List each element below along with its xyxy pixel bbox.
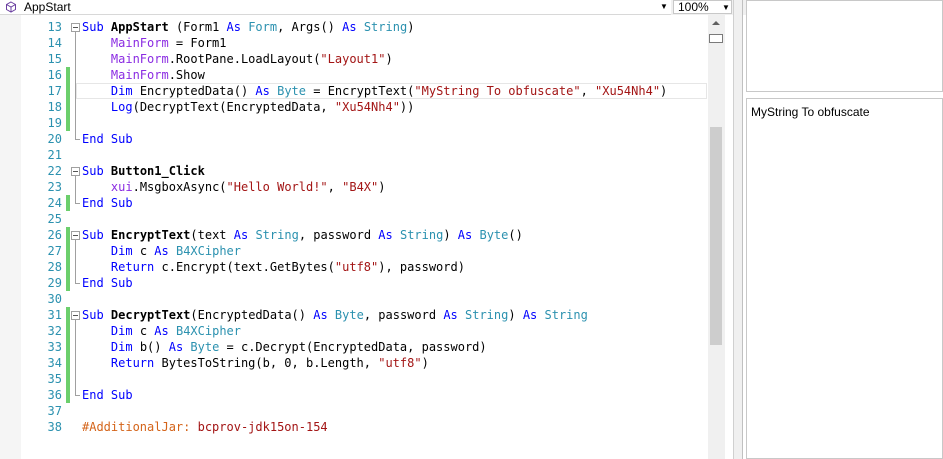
collapse-toggle-icon[interactable] — [71, 231, 80, 240]
code-text: Return c.Encrypt(text.GetBytes("utf8"), … — [110, 260, 465, 274]
line-number: 36 — [47, 388, 62, 402]
line-number: 26 — [47, 228, 62, 242]
right-top-panel — [746, 0, 943, 92]
code-line[interactable]: 30 — [0, 291, 708, 307]
code-text: End Sub — [82, 388, 133, 402]
line-number: 37 — [47, 404, 62, 418]
line-number: 28 — [47, 260, 62, 274]
logs-panel: MyString To obfuscate — [746, 98, 943, 459]
collapse-toggle-icon[interactable] — [71, 311, 80, 320]
scrollbar-thumb[interactable] — [710, 127, 722, 345]
chevron-down-icon: ▼ — [722, 3, 730, 12]
code-line[interactable]: 20 End Sub — [0, 131, 708, 147]
code-line[interactable]: 22 Sub Button1_Click — [0, 163, 708, 179]
code-text: End Sub — [82, 276, 133, 290]
panel-splitter[interactable] — [733, 0, 743, 459]
code-line[interactable]: 19 — [0, 115, 708, 131]
code-line[interactable]: 32 Dim c As B4XCipher — [0, 323, 708, 339]
code-text: #AdditionalJar: bcprov-jdk15on-154 — [82, 420, 328, 434]
code-text: MainForm.Show — [110, 68, 205, 82]
code-line[interactable]: 34 Return BytesToString(b, 0, b.Length, … — [0, 355, 708, 371]
code-line[interactable]: 33 Dim b() As Byte = c.Decrypt(Encrypted… — [0, 339, 708, 355]
line-number: 23 — [47, 180, 62, 194]
code-text: Dim b() As Byte = c.Decrypt(EncryptedDat… — [110, 340, 487, 354]
line-number: 17 — [47, 84, 62, 98]
code-line[interactable]: 15 MainForm.RootPane.LoadLayout("Layout1… — [0, 51, 708, 67]
zoom-dropdown[interactable]: 100% ▼ — [673, 0, 732, 14]
code-text: Sub DecryptText(EncryptedData() As Byte,… — [82, 308, 588, 322]
line-number: 24 — [47, 196, 62, 210]
code-line[interactable]: 38 #AdditionalJar: bcprov-jdk15on-154 — [0, 419, 708, 435]
code-text: Dim c As B4XCipher — [110, 244, 241, 258]
code-line[interactable]: 13 Sub AppStart (Form1 As Form, Args() As… — [0, 19, 708, 35]
line-number: 38 — [47, 420, 62, 434]
line-number: 13 — [47, 20, 62, 34]
line-number: 15 — [47, 52, 62, 66]
code-text: Sub AppStart (Form1 As Form, Args() As S… — [82, 20, 415, 34]
code-text: xui.MsgboxAsync("Hello World!", "B4X") — [110, 180, 386, 194]
code-text: Sub Button1_Click — [82, 164, 205, 178]
code-line[interactable]: 23 xui.MsgboxAsync("Hello World!", "B4X"… — [0, 179, 708, 195]
line-number: 18 — [47, 100, 62, 114]
line-number: 20 — [47, 132, 62, 146]
code-line[interactable]: 21 — [0, 147, 708, 163]
line-number: 30 — [47, 292, 62, 306]
code-text: Log(DecryptText(EncryptedData, "Xu54Nh4"… — [110, 100, 415, 114]
zoom-value: 100% — [678, 0, 709, 14]
code-text: Dim EncryptedData() As Byte = EncryptTex… — [110, 84, 668, 98]
line-number: 35 — [47, 372, 62, 386]
code-text: MainForm = Form1 — [110, 36, 227, 50]
line-number: 21 — [47, 148, 62, 162]
code-line[interactable]: 28 Return c.Encrypt(text.GetBytes("utf8"… — [0, 259, 708, 275]
line-number: 33 — [47, 340, 62, 354]
chevron-down-icon: ▼ — [660, 2, 668, 11]
scroll-up-arrow-icon[interactable] — [708, 15, 725, 32]
code-line[interactable]: 25 — [0, 211, 708, 227]
code-line[interactable]: 16 MainForm.Show — [0, 67, 708, 83]
code-line[interactable]: 17 Dim EncryptedData() As Byte = Encrypt… — [0, 83, 708, 99]
code-line[interactable]: 27 Dim c As B4XCipher — [0, 243, 708, 259]
line-number: 27 — [47, 244, 62, 258]
code-text: Return BytesToString(b, 0, b.Length, "ut… — [110, 356, 429, 370]
scroll-position-marker — [709, 34, 723, 43]
code-line[interactable]: 26 Sub EncryptText(text As String, passwo… — [0, 227, 708, 243]
line-number: 19 — [47, 116, 62, 130]
code-line[interactable]: 37 — [0, 403, 708, 419]
line-number: 31 — [47, 308, 62, 322]
code-text: Dim c As B4XCipher — [110, 324, 241, 338]
collapse-toggle-icon[interactable] — [71, 23, 80, 32]
collapse-toggle-icon[interactable] — [71, 167, 80, 176]
code-text: MainForm.RootPane.LoadLayout("Layout1") — [110, 52, 393, 66]
sub-selector-dropdown[interactable]: AppStart ▼ — [0, 0, 671, 15]
sub-selector-value: AppStart — [24, 0, 71, 14]
line-number: 32 — [47, 324, 62, 338]
code-text: Sub EncryptText(text As String, password… — [82, 228, 523, 242]
line-number: 16 — [47, 68, 62, 82]
code-line[interactable]: 14 MainForm = Form1 — [0, 35, 708, 51]
code-text: End Sub — [82, 196, 133, 210]
log-entry: MyString To obfuscate — [751, 105, 870, 119]
code-line[interactable]: 29 End Sub — [0, 275, 708, 291]
code-line[interactable]: 31 Sub DecryptText(EncryptedData() As Byt… — [0, 307, 708, 323]
code-line[interactable]: 36 End Sub — [0, 387, 708, 403]
line-number: 29 — [47, 276, 62, 290]
code-line[interactable]: 35 — [0, 371, 708, 387]
line-number: 14 — [47, 36, 62, 50]
line-number: 25 — [47, 212, 62, 226]
code-text: End Sub — [82, 132, 133, 146]
sub-cube-icon — [6, 1, 16, 13]
code-line[interactable]: 24 End Sub — [0, 195, 708, 211]
code-line[interactable]: 18 Log(DecryptText(EncryptedData, "Xu54N… — [0, 99, 708, 115]
code-editor[interactable]: 13 Sub AppStart (Form1 As Form, Args() As… — [0, 15, 725, 459]
line-number: 34 — [47, 356, 62, 370]
line-number: 22 — [47, 164, 62, 178]
editor-vertical-scrollbar[interactable] — [708, 15, 725, 459]
